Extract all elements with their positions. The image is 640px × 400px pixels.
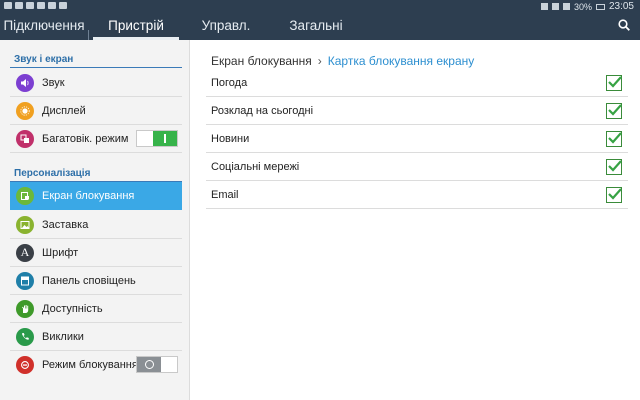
- notification-panel-icon: [16, 271, 34, 290]
- sidebar-item-lock-screen[interactable]: Екран блокування: [10, 182, 182, 210]
- sidebar-item-label: Заставка: [42, 218, 89, 231]
- phone-icon: [16, 327, 34, 346]
- notification-icon: [59, 2, 67, 9]
- sidebar-item-notification-panel[interactable]: Панель сповіщень: [10, 267, 182, 295]
- sidebar-item-sound[interactable]: Звук: [10, 69, 182, 97]
- news-checkbox[interactable]: [606, 131, 622, 147]
- breadcrumb-parent[interactable]: Екран блокування: [211, 54, 312, 68]
- check-icon: [608, 104, 622, 116]
- breadcrumb: Екран блокування › Картка блокування екр…: [211, 54, 474, 68]
- setting-row-social-networks[interactable]: Соціальні мережі: [206, 153, 628, 181]
- status-bar-right: 30% 23:05: [540, 1, 634, 12]
- sidebar-item-label: Режим блокування: [42, 359, 138, 371]
- battery-icon: [595, 3, 605, 10]
- social-networks-checkbox[interactable]: [606, 159, 622, 175]
- speaker-icon: [16, 73, 34, 92]
- sidebar-item-label: Дисплей: [42, 104, 86, 117]
- main-panel: Екран блокування › Картка блокування екр…: [192, 40, 640, 400]
- battery-percent: 30%: [573, 1, 592, 12]
- clock: 23:05: [608, 1, 634, 12]
- notification-icon: [15, 2, 23, 9]
- blocking-mode-icon: [16, 356, 34, 374]
- sidebar-item-label: Звук: [42, 76, 65, 89]
- breadcrumb-current: Картка блокування екрану: [327, 54, 475, 68]
- check-icon: [608, 132, 622, 144]
- setting-label: Погода: [211, 76, 248, 89]
- sidebar-item-multiwindow[interactable]: Багатовік. режим: [10, 125, 182, 153]
- notification-icon: [37, 2, 45, 9]
- sidebar-item-label: Виклики: [42, 330, 84, 343]
- setting-label: Розклад на сьогодні: [211, 104, 314, 117]
- setting-row-email[interactable]: Email: [206, 181, 628, 209]
- check-icon: [608, 188, 622, 200]
- setting-label: Email: [211, 188, 239, 201]
- toggle-knob: [137, 357, 161, 372]
- multiwindow-toggle[interactable]: [136, 130, 178, 147]
- today-schedule-checkbox[interactable]: [606, 103, 622, 119]
- lockscreen-icon: [16, 186, 34, 205]
- tab-controls[interactable]: Управл.: [186, 12, 266, 40]
- setting-row-today-schedule[interactable]: Розклад на сьогодні: [206, 97, 628, 125]
- weather-checkbox[interactable]: [606, 75, 622, 91]
- notification-icon: [26, 2, 34, 9]
- sidebar: Звук і екран Звук Дисплей Багатовік. реж…: [0, 40, 190, 400]
- sidebar-item-label: Шрифт: [42, 246, 79, 259]
- font-icon: A: [16, 243, 34, 262]
- sidebar-item-label: Панель сповіщень: [42, 274, 136, 287]
- section-header-personalization: Персоналізація: [14, 168, 91, 179]
- search-icon[interactable]: [618, 19, 630, 31]
- sidebar-item-wallpaper[interactable]: Заставка: [10, 211, 182, 239]
- sidebar-item-font[interactable]: A Шрифт: [10, 239, 182, 267]
- check-icon: [608, 160, 622, 172]
- setting-label: Соціальні мережі: [211, 160, 300, 173]
- tab-device[interactable]: Пристрій: [93, 12, 179, 40]
- setting-label: Новини: [211, 132, 250, 145]
- tab-general[interactable]: Загальні: [276, 12, 356, 40]
- sidebar-item-blocking-mode[interactable]: Режим блокування: [10, 351, 182, 379]
- sidebar-item-label: Доступність: [42, 302, 103, 315]
- sidebar-item-label: Екран блокування: [42, 189, 135, 202]
- setting-row-weather[interactable]: Погода: [206, 69, 628, 97]
- blocking-mode-toggle[interactable]: [136, 356, 178, 373]
- setting-row-news[interactable]: Новини: [206, 125, 628, 153]
- sidebar-item-accessibility[interactable]: Доступність: [10, 295, 182, 323]
- tab-connections[interactable]: Підключення: [0, 12, 88, 40]
- sidebar-item-label: Багатовік. режим: [42, 132, 129, 145]
- sidebar-item-calls[interactable]: Виклики: [10, 323, 182, 351]
- email-checkbox[interactable]: [606, 187, 622, 203]
- notification-icon: [4, 2, 12, 9]
- section-divider: [10, 67, 182, 68]
- signal-icon: [562, 3, 570, 10]
- wifi-icon: [551, 3, 559, 10]
- chevron-right-icon: ›: [317, 54, 322, 68]
- section-header-sound-display: Звук і екран: [14, 54, 74, 65]
- check-icon: [608, 76, 622, 88]
- tab-bar: Підключення Пристрій Управл. Загальні: [0, 12, 610, 48]
- status-notifications: [4, 2, 67, 9]
- toggle-knob: [153, 131, 177, 146]
- hand-icon: [16, 299, 34, 318]
- top-bar: 30% 23:05 Підключення Пристрій Управл. З…: [0, 0, 640, 48]
- notification-icon: [48, 2, 56, 9]
- multiwindow-icon: [16, 129, 34, 148]
- sidebar-item-display[interactable]: Дисплей: [10, 97, 182, 125]
- brightness-icon: [16, 101, 34, 120]
- bluetooth-icon: [540, 3, 548, 10]
- wallpaper-icon: [16, 215, 34, 234]
